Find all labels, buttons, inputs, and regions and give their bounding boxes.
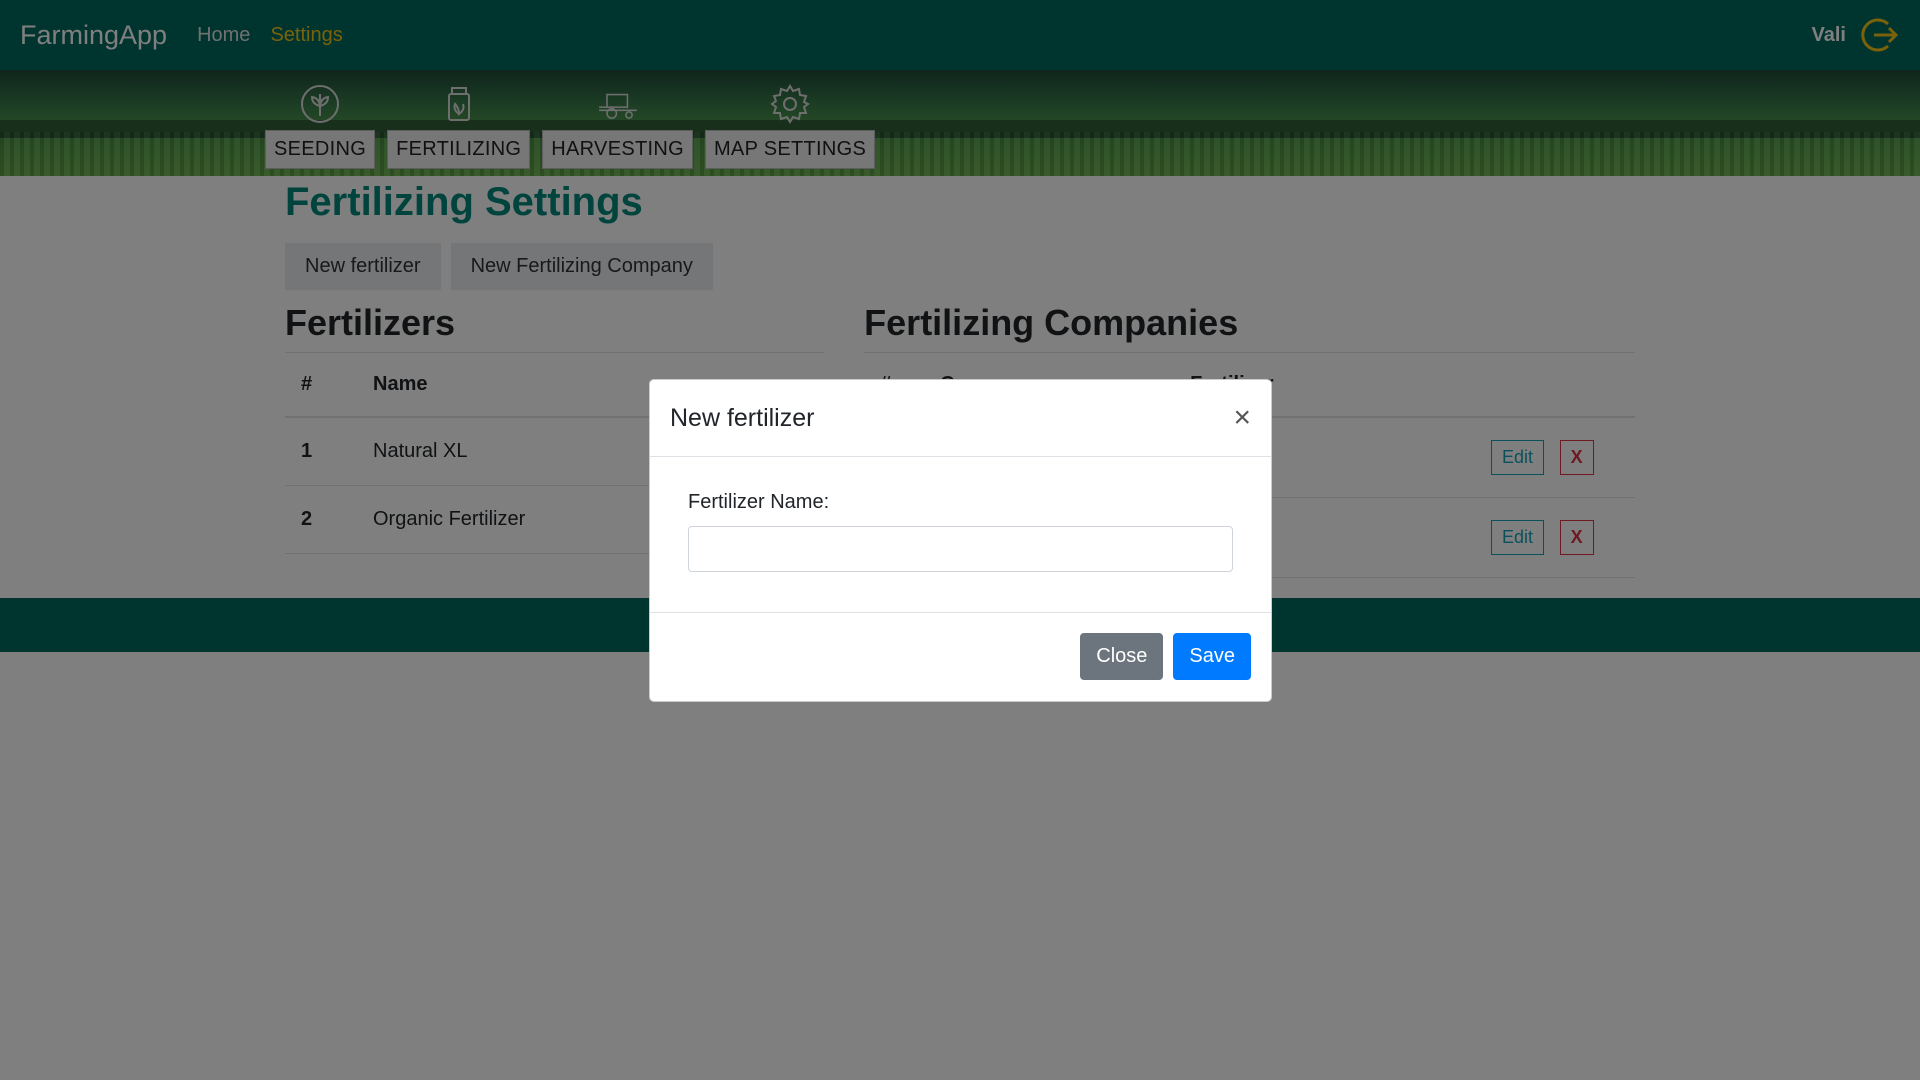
- fertilizer-name-label: Fertilizer Name:: [688, 491, 830, 513]
- modal-body: Fertilizer Name:: [650, 457, 1271, 613]
- fertilizer-name-input[interactable]: [688, 526, 1233, 572]
- close-icon[interactable]: ×: [1233, 403, 1251, 433]
- close-button[interactable]: Close: [1080, 633, 1164, 680]
- modal-title: New fertilizer: [670, 403, 815, 432]
- new-fertilizer-modal: New fertilizer × Fertilizer Name: Close …: [649, 379, 1272, 702]
- modal-footer: Close Save: [650, 613, 1271, 700]
- save-button[interactable]: Save: [1173, 633, 1251, 680]
- modal-header: New fertilizer ×: [650, 380, 1271, 457]
